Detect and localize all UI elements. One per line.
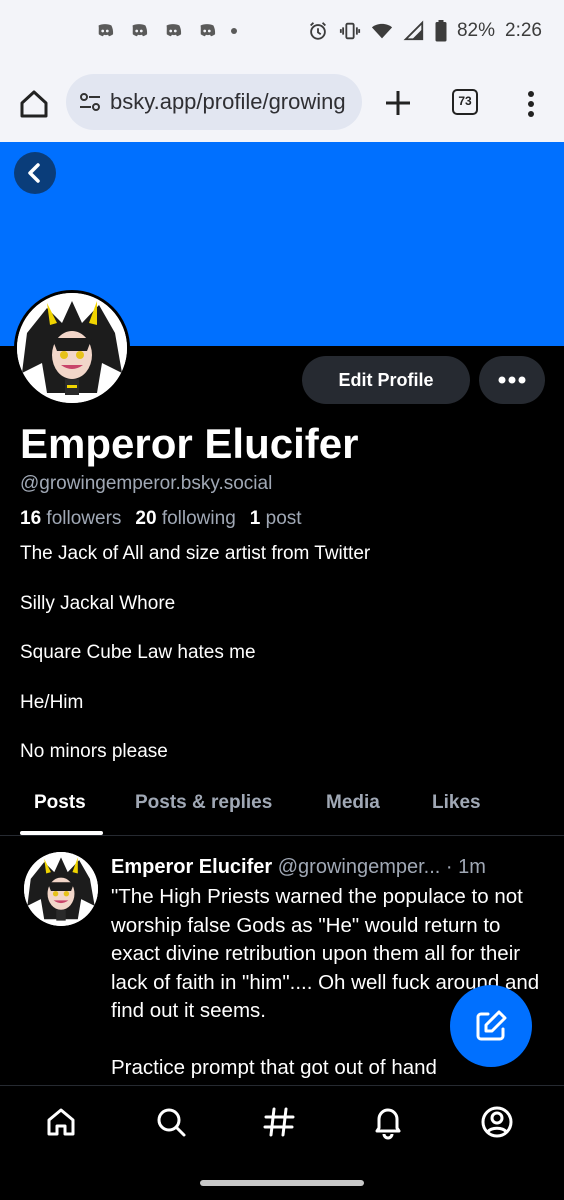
site-settings-icon[interactable] xyxy=(78,90,102,114)
notification-icons xyxy=(94,20,238,42)
tab-likes[interactable]: Likes xyxy=(432,792,481,814)
url-text[interactable]: bsky.app/profile/growing xyxy=(110,89,346,115)
battery-icon xyxy=(435,20,447,42)
bottom-navigation xyxy=(0,1085,564,1167)
tab-posts[interactable]: Posts xyxy=(34,792,86,814)
browser-toolbar: bsky.app/profile/growing 73 xyxy=(0,66,564,142)
following-stat[interactable]: 20 following xyxy=(135,508,235,530)
post-author-avatar[interactable] xyxy=(24,852,98,926)
ellipsis-icon xyxy=(498,376,526,384)
followers-label: followers xyxy=(46,508,122,529)
home-gesture-handle[interactable] xyxy=(200,1180,364,1186)
more-notifications-dot-icon xyxy=(231,28,237,34)
wifi-icon xyxy=(371,23,393,39)
browser-menu-icon[interactable] xyxy=(521,88,541,120)
cellular-signal-icon xyxy=(403,20,424,41)
active-tab-indicator xyxy=(20,831,103,835)
profile-icon[interactable] xyxy=(479,1104,515,1140)
home-button-icon[interactable] xyxy=(18,88,50,120)
post-author-handle[interactable]: @growingemper... xyxy=(278,856,441,878)
profile-handle: @growingemperor.bsky.social xyxy=(20,473,273,494)
address-bar[interactable]: bsky.app/profile/growing xyxy=(66,74,362,130)
search-icon[interactable] xyxy=(153,1104,189,1140)
compose-post-button[interactable] xyxy=(450,985,532,1067)
bio-line: Silly Jackal Whore xyxy=(20,592,176,614)
feeds-hashtag-icon[interactable] xyxy=(261,1104,297,1140)
chevron-left-icon xyxy=(28,163,40,183)
post-separator: · xyxy=(445,856,453,878)
avatar-illustration xyxy=(24,852,98,926)
tab-switcher-button[interactable]: 73 xyxy=(452,89,478,115)
post-timestamp[interactable]: 1m xyxy=(458,856,486,878)
discord-icon xyxy=(200,24,216,37)
following-label: following xyxy=(161,508,236,529)
notifications-bell-icon[interactable] xyxy=(370,1104,406,1140)
bio-line: The Jack of All and size artist from Twi… xyxy=(20,543,371,564)
posts-label: post xyxy=(265,508,302,529)
vibrate-icon xyxy=(339,22,361,40)
avatar-illustration xyxy=(17,293,127,403)
following-count: 20 xyxy=(135,508,157,529)
clock-time: 2:26 xyxy=(505,20,542,41)
new-tab-plus-icon[interactable] xyxy=(383,88,413,118)
discord-icon xyxy=(132,24,148,37)
bio-line: He/Him xyxy=(20,691,84,713)
posts-count: 1 xyxy=(249,508,261,529)
compose-pencil-icon xyxy=(476,1010,507,1041)
post-header: Emperor Elucifer @growingemper... · 1m xyxy=(111,856,557,884)
alarm-icon xyxy=(310,22,326,40)
system-gesture-bar xyxy=(0,1167,564,1200)
home-icon[interactable] xyxy=(43,1104,79,1140)
profile-display-name: Emperor Elucifer xyxy=(20,420,359,467)
profile-more-button[interactable] xyxy=(479,356,545,404)
profile-stats: 16 followers 20 following 1 post xyxy=(20,508,302,530)
tab-posts-and-replies[interactable]: Posts & replies xyxy=(135,792,272,814)
posts-stat: 1 post xyxy=(250,508,302,530)
profile-bio: The Jack of All and size artist from Twi… xyxy=(20,542,550,790)
tab-media[interactable]: Media xyxy=(326,792,380,814)
followers-count: 16 xyxy=(20,508,42,529)
followers-stat[interactable]: 16 followers xyxy=(20,508,121,530)
profile-tabs: Posts Posts & replies Media Likes xyxy=(0,776,564,836)
system-status-bar: 82% 2:26 xyxy=(0,0,564,66)
back-button[interactable] xyxy=(14,152,56,194)
discord-icon xyxy=(166,24,182,37)
edit-profile-button[interactable]: Edit Profile xyxy=(302,356,470,404)
status-indicators: 82% 2:26 xyxy=(307,20,542,42)
profile-avatar[interactable] xyxy=(14,290,130,406)
post-author-name[interactable]: Emperor Elucifer xyxy=(111,856,272,878)
discord-icon xyxy=(98,24,114,37)
bio-line: Square Cube Law hates me xyxy=(20,642,256,663)
battery-percent: 82% xyxy=(456,20,496,41)
